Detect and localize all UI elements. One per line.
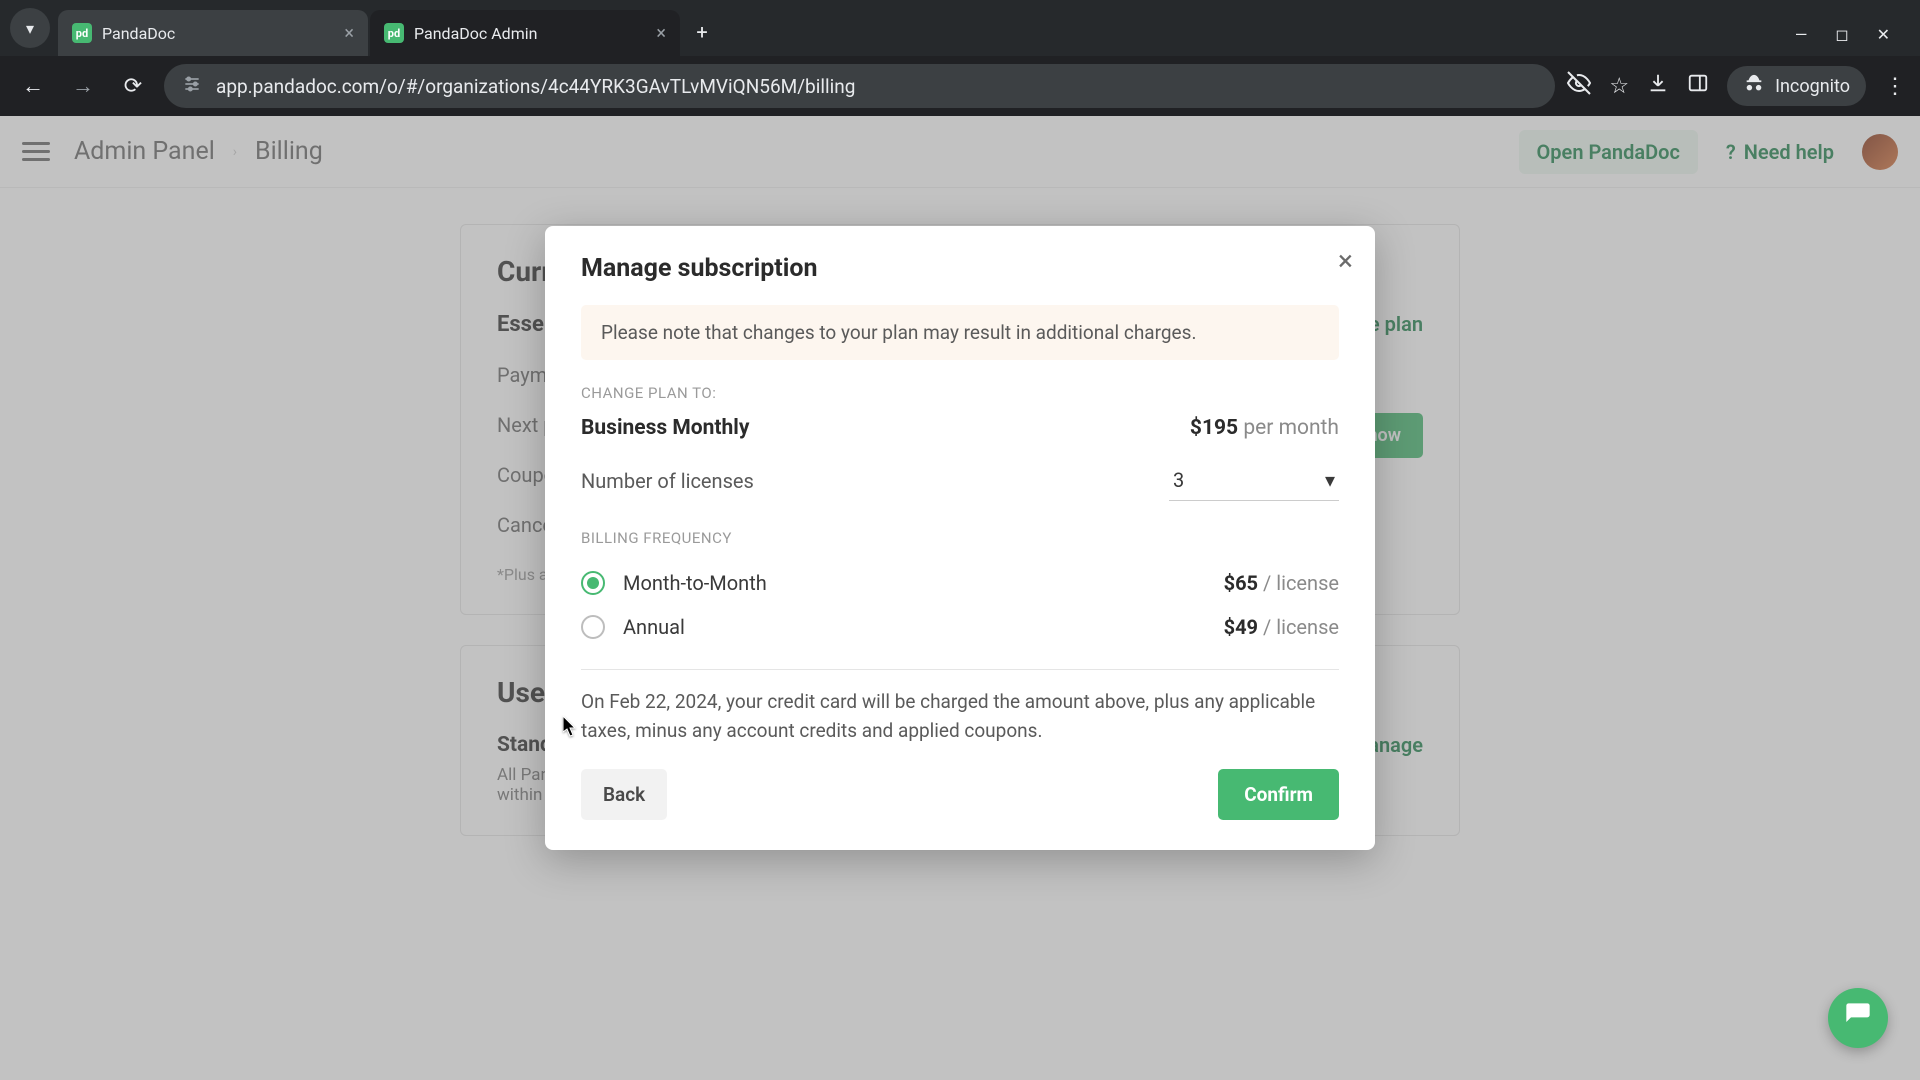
freq-price: $49 / license	[1224, 615, 1339, 639]
url-text: app.pandadoc.com/o/#/organizations/4c44Y…	[216, 75, 855, 98]
chat-icon	[1844, 1001, 1872, 1036]
browser-tab-active[interactable]: pd PandaDoc Admin ×	[370, 10, 680, 56]
radio-selected[interactable]	[581, 571, 605, 595]
licenses-value: 3	[1173, 468, 1184, 492]
url-bar[interactable]: app.pandadoc.com/o/#/organizations/4c44Y…	[164, 64, 1555, 108]
manage-subscription-modal: Manage subscription × Please note that c…	[545, 226, 1375, 850]
divider	[581, 669, 1339, 670]
charge-note: On Feb 22, 2024, your credit card will b…	[581, 688, 1339, 745]
favicon-icon: pd	[72, 23, 92, 43]
incognito-label: Incognito	[1775, 76, 1850, 97]
close-icon[interactable]: ×	[656, 23, 666, 44]
close-window-icon[interactable]: ✕	[1877, 25, 1890, 44]
maximize-icon[interactable]: ◻	[1835, 25, 1848, 44]
site-settings-icon[interactable]	[182, 74, 202, 99]
browser-toolbar: ← → ⟳ app.pandadoc.com/o/#/organizations…	[0, 56, 1920, 116]
freq-option-annual[interactable]: Annual $49 / license	[581, 605, 1339, 649]
new-plan-price: $195 per month	[1190, 416, 1339, 440]
billing-frequency-label: BILLING FREQUENCY	[581, 529, 1339, 547]
chevron-down-icon: ▾	[1325, 468, 1335, 492]
window-controls: — ◻ ✕	[1795, 25, 1910, 56]
side-panel-icon[interactable]	[1687, 72, 1709, 100]
radio-unselected[interactable]	[581, 615, 605, 639]
close-icon[interactable]: ×	[344, 23, 354, 44]
back-button[interactable]: ←	[14, 67, 52, 105]
freq-option-monthly[interactable]: Month-to-Month $65 / license	[581, 561, 1339, 605]
modal-overlay[interactable]: Manage subscription × Please note that c…	[0, 116, 1920, 1080]
chat-bubble-button[interactable]	[1828, 988, 1888, 1048]
back-button[interactable]: Back	[581, 769, 667, 820]
bookmark-star-icon[interactable]: ☆	[1609, 74, 1629, 99]
close-icon[interactable]: ×	[1338, 244, 1353, 277]
downloads-icon[interactable]	[1647, 72, 1669, 100]
new-tab-button[interactable]: +	[682, 12, 722, 52]
menu-dots-icon[interactable]: ⋮	[1884, 74, 1906, 99]
incognito-icon	[1743, 73, 1765, 100]
freq-name: Month-to-Month	[623, 571, 767, 595]
freq-name: Annual	[623, 615, 685, 639]
licenses-label: Number of licenses	[581, 469, 754, 493]
freq-price: $65 / license	[1224, 571, 1339, 595]
incognito-badge[interactable]: Incognito	[1727, 66, 1866, 106]
notice-banner: Please note that changes to your plan ma…	[581, 305, 1339, 360]
tab-title: PandaDoc Admin	[414, 24, 646, 43]
licenses-select[interactable]: 3 ▾	[1169, 460, 1339, 501]
reload-button[interactable]: ⟳	[114, 67, 152, 105]
forward-button[interactable]: →	[64, 67, 102, 105]
browser-tab[interactable]: pd PandaDoc ×	[58, 10, 368, 56]
browser-tab-strip: ▾ pd PandaDoc × pd PandaDoc Admin × + — …	[0, 0, 1920, 56]
tab-title: PandaDoc	[102, 24, 334, 43]
modal-title: Manage subscription	[581, 254, 1339, 283]
favicon-icon: pd	[384, 23, 404, 43]
confirm-button[interactable]: Confirm	[1218, 769, 1339, 820]
eye-off-icon[interactable]	[1567, 71, 1591, 101]
minimize-icon[interactable]: —	[1795, 25, 1808, 44]
tab-search-dropdown[interactable]: ▾	[10, 8, 50, 48]
new-plan-name: Business Monthly	[581, 416, 749, 440]
change-plan-label: CHANGE PLAN TO:	[581, 384, 1339, 402]
